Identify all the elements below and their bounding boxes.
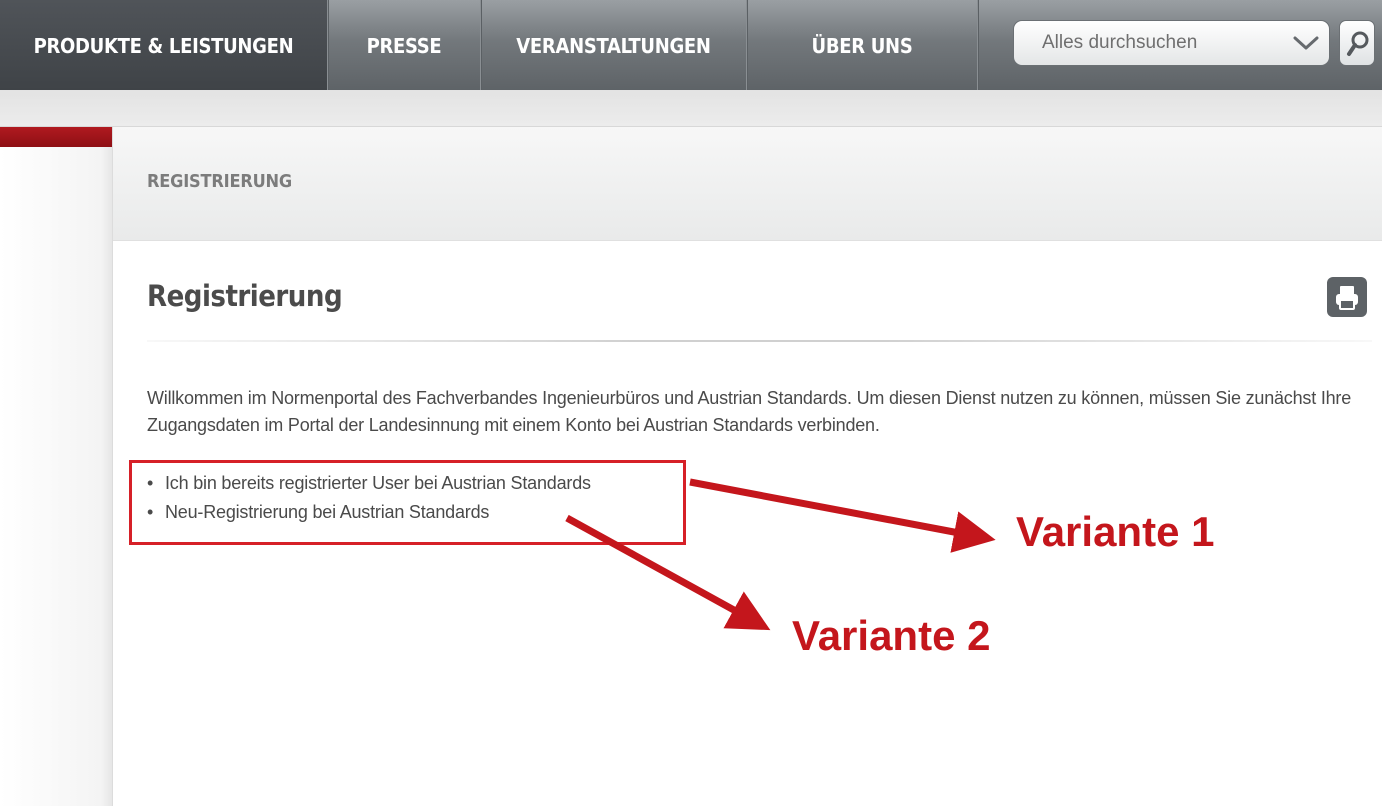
annotation-variant-2: Variante 2 xyxy=(792,612,991,659)
arrow-variant-1 xyxy=(689,478,996,553)
arrow-variant-2 xyxy=(565,514,771,631)
annotation-arrows xyxy=(565,478,996,631)
annotation-variant-1: Variante 1 xyxy=(1016,508,1215,555)
